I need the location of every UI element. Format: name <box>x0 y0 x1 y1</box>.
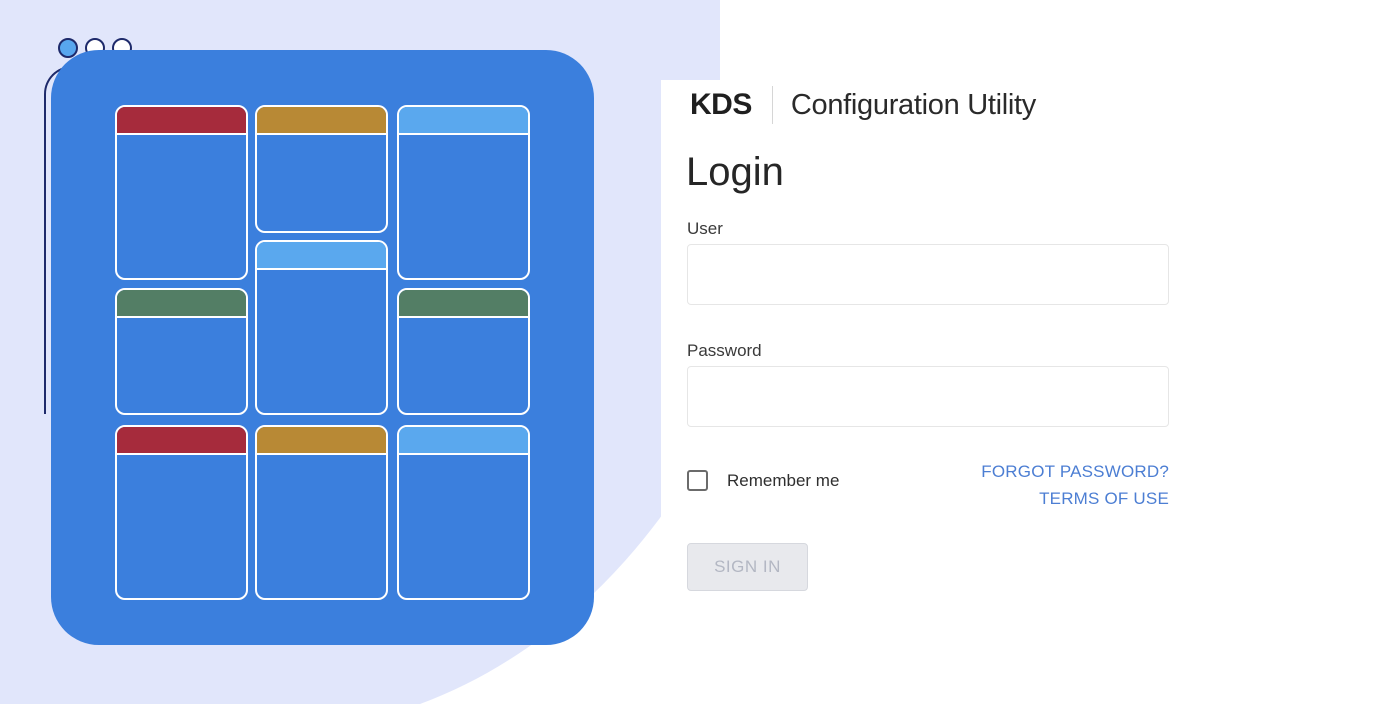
order-tile <box>397 105 530 280</box>
order-tile <box>115 425 248 600</box>
app-subtitle: Configuration Utility <box>790 89 1036 121</box>
checkbox-icon[interactable] <box>687 470 708 491</box>
kds-illustration <box>0 0 720 704</box>
order-tile <box>255 240 388 415</box>
tile-header <box>117 107 246 135</box>
order-tile <box>115 105 248 280</box>
sign-in-button[interactable]: SIGN IN <box>687 543 808 591</box>
terms-of-use-link[interactable]: TERMS OF USE <box>1039 489 1169 509</box>
tile-header <box>399 427 528 455</box>
kds-screen <box>51 50 594 645</box>
brand-header: KDS Configuration Utility <box>690 86 1036 124</box>
order-tile <box>397 425 530 600</box>
password-input[interactable] <box>687 366 1169 427</box>
order-tile <box>255 425 388 600</box>
tile-header <box>257 427 386 455</box>
order-tile <box>255 105 388 233</box>
password-label: Password <box>687 341 762 360</box>
kds-logo: KDS <box>690 86 773 124</box>
user-label: User <box>687 219 723 238</box>
tile-header <box>399 107 528 135</box>
forgot-password-link[interactable]: FORGOT PASSWORD? <box>981 462 1169 482</box>
tile-header <box>399 290 528 318</box>
order-tile <box>397 288 530 415</box>
login-title: Login <box>686 150 784 194</box>
user-input[interactable] <box>687 244 1169 305</box>
tile-header <box>117 290 246 318</box>
tile-header <box>257 107 386 135</box>
remember-me-label: Remember me <box>727 470 840 490</box>
order-tile <box>115 288 248 415</box>
tile-header <box>117 427 246 455</box>
tile-header <box>257 242 386 270</box>
remember-me[interactable]: Remember me <box>687 470 839 491</box>
